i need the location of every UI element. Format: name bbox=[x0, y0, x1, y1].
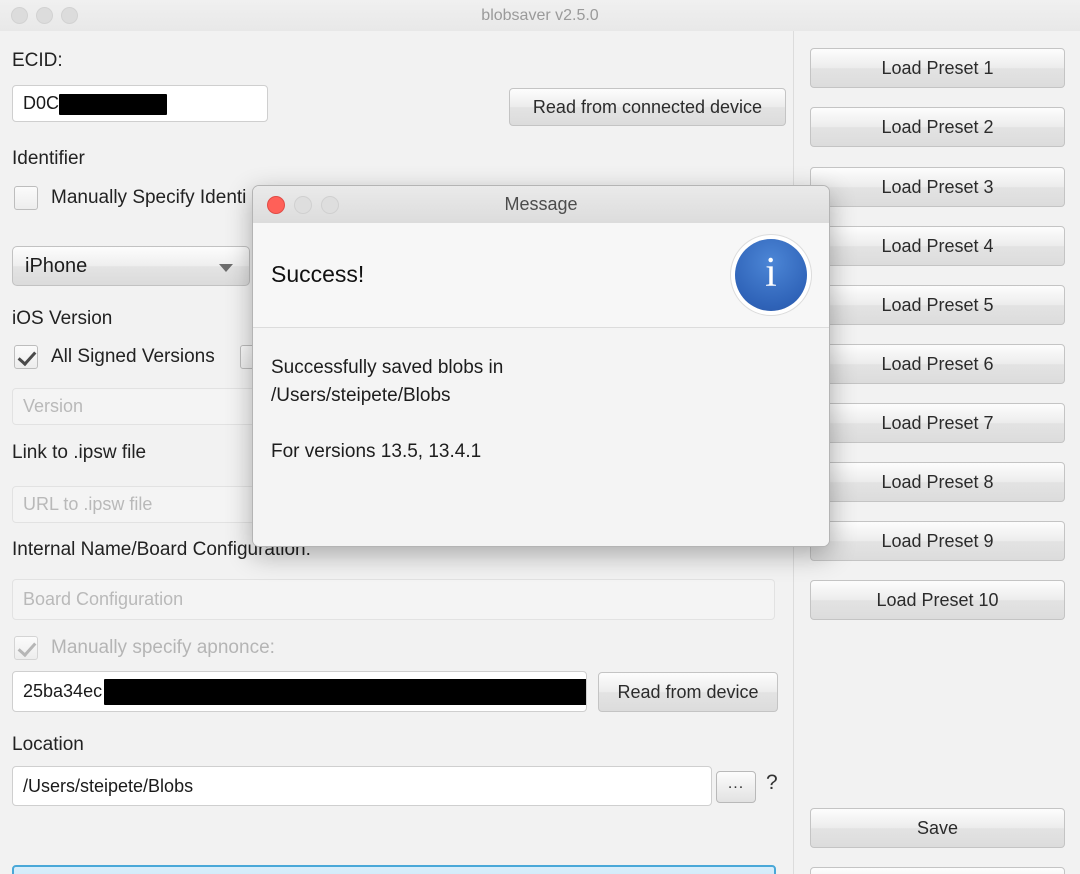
all-signed-versions-checkbox-row[interactable]: All Signed Versions bbox=[14, 345, 215, 369]
manually-specify-identifier-label: Manually Specify Identi bbox=[51, 187, 247, 208]
manually-specify-apnonce-checkbox-row[interactable]: Manually specify apnonce: bbox=[14, 636, 275, 660]
ipsw-link-label: Link to .ipsw file bbox=[12, 442, 147, 463]
save-blobs-button[interactable] bbox=[12, 865, 776, 874]
location-help-icon[interactable]: ? bbox=[766, 771, 778, 795]
message-dialog: Message Success! i Successfully saved bl… bbox=[252, 185, 830, 547]
dialog-heading: Success! bbox=[271, 261, 365, 287]
identifier-label: Identifier bbox=[12, 148, 85, 169]
location-input[interactable]: /Users/steipete/Blobs bbox=[12, 766, 712, 806]
apnonce-input[interactable]: 25ba34ec bbox=[12, 671, 587, 712]
dialog-titlebar: Message bbox=[253, 186, 829, 224]
load-preset-5-button[interactable]: Load Preset 5 bbox=[810, 285, 1065, 325]
version-input[interactable]: Version bbox=[12, 388, 270, 425]
dialog-title: Message bbox=[504, 194, 578, 214]
ios-version-label: iOS Version bbox=[12, 308, 113, 329]
preset-sidebar: Load Preset 1 Load Preset 2 Load Preset … bbox=[794, 31, 1080, 874]
device-type-select[interactable]: iPhone bbox=[12, 246, 250, 286]
load-preset-4-button[interactable]: Load Preset 4 bbox=[810, 226, 1065, 266]
info-icon: i bbox=[735, 239, 807, 311]
manually-specify-apnonce-checkbox[interactable] bbox=[14, 636, 38, 660]
browse-location-button[interactable]: ... bbox=[716, 771, 756, 803]
apnonce-value: 25ba34ec bbox=[23, 681, 103, 701]
info-icon-glyph: i bbox=[765, 250, 777, 296]
ecid-input[interactable]: D0C bbox=[12, 85, 268, 122]
ecid-label: ECID: bbox=[12, 50, 63, 71]
board-configuration-input[interactable]: Board Configuration bbox=[12, 579, 775, 620]
load-preset-8-button[interactable]: Load Preset 8 bbox=[810, 462, 1065, 502]
ecid-value: D0C bbox=[23, 93, 60, 113]
save-preset-button[interactable]: Save bbox=[810, 808, 1065, 848]
dialog-header: Success! i bbox=[253, 223, 829, 328]
load-preset-10-button[interactable]: Load Preset 10 bbox=[810, 580, 1065, 620]
window-titlebar: blobsaver v2.5.0 bbox=[0, 0, 1080, 32]
sidebar-extra-button[interactable] bbox=[810, 867, 1065, 874]
device-type-select-value: iPhone bbox=[25, 255, 88, 277]
manually-specify-identifier-checkbox-row[interactable]: Manually Specify Identi bbox=[14, 186, 246, 210]
all-signed-versions-checkbox[interactable] bbox=[14, 345, 38, 369]
chevron-down-icon bbox=[219, 264, 233, 272]
load-preset-2-button[interactable]: Load Preset 2 bbox=[810, 107, 1065, 147]
ecid-redaction-bar bbox=[59, 93, 168, 115]
window-title: blobsaver v2.5.0 bbox=[481, 7, 599, 24]
app-window: blobsaver v2.5.0 ECID: D0C Read from con… bbox=[0, 0, 1080, 874]
location-label: Location bbox=[12, 734, 84, 755]
load-preset-3-button[interactable]: Load Preset 3 bbox=[810, 167, 1065, 207]
apnonce-redaction-bar bbox=[104, 679, 586, 706]
dialog-body: Successfully saved blobs in /Users/steip… bbox=[253, 328, 829, 546]
manually-specify-apnonce-label: Manually specify apnonce: bbox=[51, 637, 275, 658]
load-preset-7-button[interactable]: Load Preset 7 bbox=[810, 403, 1065, 443]
dialog-message: Successfully saved blobs in /Users/steip… bbox=[271, 357, 504, 462]
ipsw-url-input[interactable]: URL to .ipsw file bbox=[12, 486, 270, 523]
manually-specify-identifier-checkbox[interactable] bbox=[14, 186, 38, 210]
load-preset-1-button[interactable]: Load Preset 1 bbox=[810, 48, 1065, 88]
read-from-device-button[interactable]: Read from device bbox=[598, 672, 778, 712]
load-preset-9-button[interactable]: Load Preset 9 bbox=[810, 521, 1065, 561]
read-from-connected-device-button[interactable]: Read from connected device bbox=[509, 88, 786, 126]
load-preset-6-button[interactable]: Load Preset 6 bbox=[810, 344, 1065, 384]
all-signed-versions-label: All Signed Versions bbox=[51, 346, 215, 367]
